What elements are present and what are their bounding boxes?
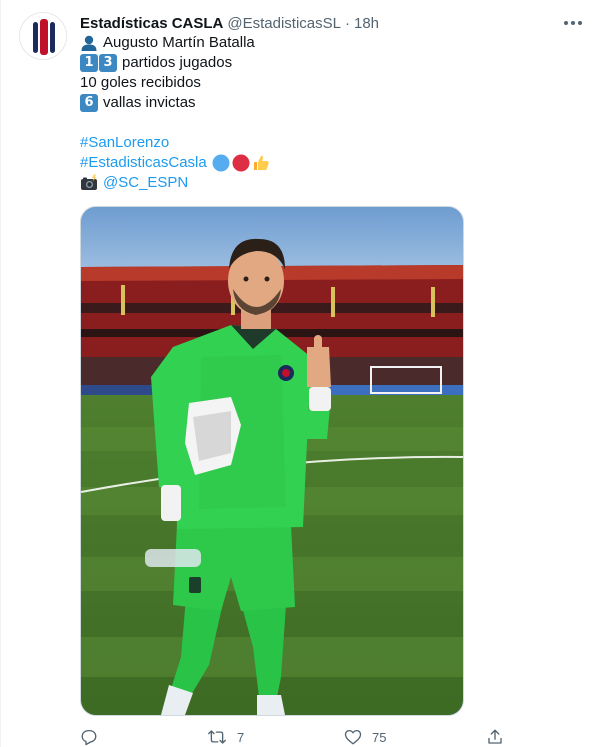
- retweet-icon: [208, 730, 226, 744]
- matches-label: partidos jugados: [122, 54, 233, 71]
- like-button[interactable]: 75: [344, 728, 386, 746]
- reply-icon: [81, 729, 97, 746]
- goalkeeper-photo: [81, 207, 463, 715]
- person-silhouette-icon: [81, 35, 97, 51]
- separator-dot: ·: [345, 14, 350, 32]
- tweet-line-hashtag-2: #EstadisticasCasla: [80, 153, 580, 173]
- tweet-line-matches: 1 3 partidos jugados: [80, 53, 580, 73]
- avatar[interactable]: [19, 12, 67, 60]
- tweet-line-player: Augusto Martín Batalla: [80, 33, 580, 53]
- like-count: 75: [372, 729, 387, 745]
- tweet-text: Augusto Martín Batalla 1 3 partidos juga…: [80, 33, 580, 193]
- more-options-icon[interactable]: [562, 12, 584, 34]
- tweet-media-photo[interactable]: [80, 206, 464, 716]
- camera-flash-icon: [81, 174, 97, 190]
- share-icon: [488, 729, 502, 744]
- retweet-button[interactable]: 7: [207, 728, 244, 746]
- blue-circle-icon: [212, 154, 230, 172]
- reply-button[interactable]: [80, 728, 98, 746]
- player-name: Augusto Martín Batalla: [103, 34, 255, 51]
- club-crest-icon: [20, 13, 66, 59]
- author-handle[interactable]: @EstadisticasSL: [227, 15, 341, 32]
- hashtag-sanlorenzo-link[interactable]: #SanLorenzo: [80, 133, 169, 153]
- share-button[interactable]: [486, 728, 504, 746]
- clean-sheets-label: vallas invictas: [103, 94, 196, 111]
- tweet-line-hashtag-1: #SanLorenzo: [80, 133, 580, 153]
- keycap-digit-1: 1: [80, 54, 98, 72]
- tweet-card[interactable]: Estadísticas CASLA @EstadisticasSL · 18h…: [0, 0, 598, 747]
- keycap-digit-3: 6: [80, 94, 98, 112]
- red-circle-icon: [232, 154, 250, 172]
- tweet-line-clean-sheets: 6 vallas invictas: [80, 93, 580, 113]
- like-icon: [344, 729, 362, 745]
- tweet-header: Estadísticas CASLA @EstadisticasSL · 18h: [80, 13, 379, 33]
- goals-text: 10 goles recibidos: [80, 74, 201, 91]
- tweet-line-goals: 10 goles recibidos: [80, 73, 580, 93]
- keycap-digit-2: 3: [99, 54, 117, 72]
- hashtag-estadisticascasla-link[interactable]: #EstadisticasCasla: [80, 153, 207, 173]
- author-name[interactable]: Estadísticas CASLA: [80, 15, 223, 32]
- credit-mention-link[interactable]: @SC_ESPN: [103, 173, 188, 193]
- tweet-line-credit: @SC_ESPN: [80, 173, 580, 193]
- retweet-count: 7: [237, 729, 245, 745]
- tweet-actions: 7 75: [80, 728, 510, 747]
- timestamp[interactable]: 18h: [354, 15, 379, 32]
- thumbs-up-icon: [253, 155, 269, 170]
